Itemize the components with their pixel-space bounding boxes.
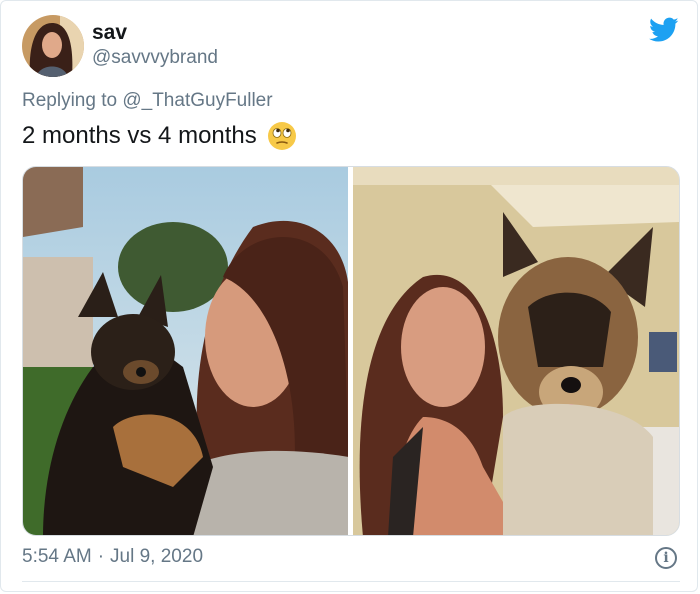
eye-roll-emoji [267,121,297,151]
reply-prefix: Replying to [22,90,118,111]
avatar[interactable] [22,15,84,77]
tweet-body: 2 months vs 4 months [22,122,257,149]
tweet-card: sav @savvvybrand Replying to @_ThatGuyFu… [0,0,698,592]
reply-target-link[interactable]: @_ThatGuyFuller [122,90,272,111]
tweet-timestamp[interactable]: 5:54 AM · Jul 9, 2020 [22,546,203,568]
media-grid [22,166,680,536]
author-display-name[interactable]: sav [92,21,127,45]
timestamp-separator: · [97,546,105,567]
divider [22,581,680,582]
info-icon[interactable]: i [655,547,677,569]
tweet-text: 2 months vs 4 months [22,121,297,151]
dog-photo-icon[interactable] [353,167,679,535]
author-handle[interactable]: @savvvybrand [92,47,218,69]
tweet-date: Jul 9, 2020 [110,546,204,567]
twitter-bird-icon[interactable] [649,17,679,43]
reply-context: Replying to @_ThatGuyFuller [22,90,273,112]
puppy-photo-icon[interactable] [23,167,348,535]
tweet-time: 5:54 AM [22,546,92,567]
